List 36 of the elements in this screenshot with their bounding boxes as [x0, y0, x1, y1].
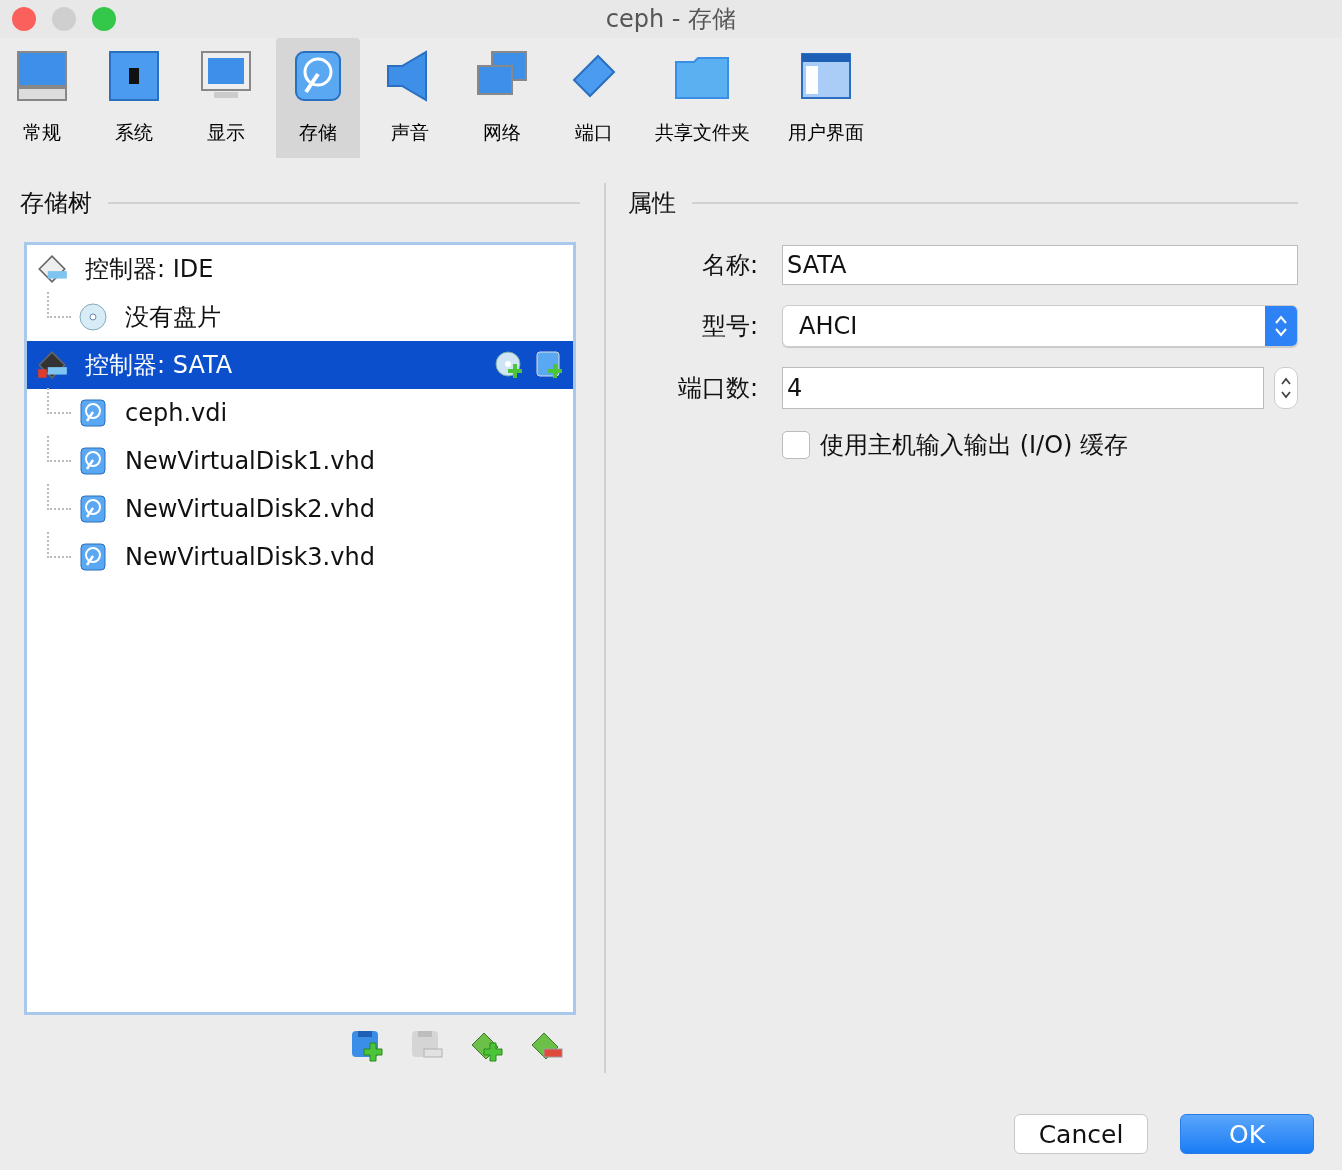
cancel-button[interactable]: Cancel: [1014, 1114, 1148, 1154]
monitor-icon: [14, 48, 70, 104]
add-controller-button[interactable]: [350, 1029, 384, 1063]
tree-item[interactable]: NewVirtualDisk2.vhd: [27, 485, 573, 533]
field-label: 名称:: [700, 250, 758, 281]
chevron-icon: [1273, 313, 1289, 339]
tree-item[interactable]: NewVirtualDisk1.vhd: [27, 437, 573, 485]
add-optical-drive-icon[interactable]: [495, 351, 523, 379]
toolbar-tab[interactable]: 网络: [460, 38, 544, 158]
section-title: 存储树: [20, 188, 92, 219]
tree-item[interactable]: NewVirtualDisk3.vhd: [27, 533, 573, 581]
toolbar-tab[interactable]: 端口: [552, 38, 636, 158]
tree-item[interactable]: 控制器: SATA: [27, 341, 573, 389]
port-count-field[interactable]: 4: [782, 367, 1264, 409]
toolbar-tab[interactable]: 显示: [184, 38, 268, 158]
tree-item[interactable]: 没有盘片: [27, 293, 573, 341]
tree-item[interactable]: ceph.vdi: [27, 389, 573, 437]
field-label: 端口数:: [676, 373, 758, 404]
toolbar-tab[interactable]: 声音: [368, 38, 452, 158]
checkbox[interactable]: [782, 431, 810, 459]
toolbar-tab[interactable]: 系统: [92, 38, 176, 158]
close-button[interactable]: [12, 7, 36, 31]
disc-icon: [79, 303, 107, 331]
window-title: ceph - 存储: [605, 4, 737, 35]
toolbar-tab[interactable]: 常规: [0, 38, 84, 158]
toolbar-tab[interactable]: 存储: [276, 38, 360, 158]
section-title: 属性: [628, 188, 676, 219]
type-dropdown[interactable]: AHCI: [782, 305, 1298, 347]
field-label: 型号:: [700, 311, 758, 342]
toolbar-tab[interactable]: 用户界面: [768, 38, 884, 158]
chip-icon: [106, 48, 162, 104]
tree-item[interactable]: 控制器: IDE: [27, 245, 573, 293]
name-field[interactable]: SATA: [782, 245, 1298, 285]
toolbar-tab[interactable]: 共享文件夹: [644, 38, 760, 158]
checkbox-label: 使用主机输入输出 (I/O) 缓存: [820, 430, 1129, 461]
stepper[interactable]: [1274, 367, 1298, 409]
